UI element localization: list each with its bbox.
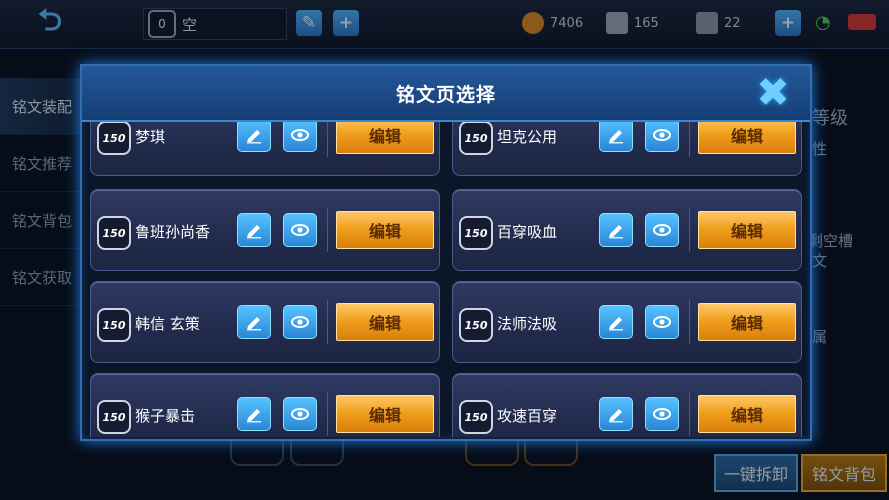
page-card[interactable]: 150 韩信 玄策 编辑: [90, 281, 440, 363]
edit-button[interactable]: 编辑: [698, 303, 796, 341]
divider: [327, 208, 328, 252]
edit-button[interactable]: 编辑: [698, 211, 796, 249]
level-badge: 150: [459, 216, 493, 250]
edit-button[interactable]: 编辑: [336, 303, 434, 341]
page-card[interactable]: 150 坦克公用 编辑: [452, 122, 802, 176]
page-card[interactable]: 150 百穿吸血 编辑: [452, 189, 802, 271]
divider: [327, 392, 328, 436]
close-icon[interactable]: ✖: [750, 70, 796, 116]
level-badge: 150: [97, 216, 131, 250]
divider: [327, 122, 328, 157]
edit-button[interactable]: 编辑: [698, 395, 796, 433]
level-badge: 150: [97, 308, 131, 342]
divider: [327, 300, 328, 344]
preview-eye-icon[interactable]: [645, 397, 679, 431]
page-card[interactable]: 150 法师法吸 编辑: [452, 281, 802, 363]
page-card[interactable]: 150 鲁班孙尚香 编辑: [90, 189, 440, 271]
page-name: 韩信 玄策: [135, 314, 200, 333]
page-card[interactable]: 150 梦琪 编辑: [90, 122, 440, 176]
rename-pencil-icon[interactable]: [237, 305, 271, 339]
level-badge: 150: [459, 308, 493, 342]
modal-title: 铭文页选择: [395, 83, 496, 106]
preview-eye-icon[interactable]: [645, 122, 679, 152]
preview-eye-icon[interactable]: [283, 397, 317, 431]
divider: [689, 300, 690, 344]
page-name: 坦克公用: [497, 127, 558, 146]
rename-pencil-icon[interactable]: [599, 213, 633, 247]
rename-pencil-icon[interactable]: [599, 397, 633, 431]
page-name: 猴子暴击: [135, 406, 196, 425]
page-card[interactable]: 150 猴子暴击 编辑: [90, 373, 440, 437]
divider: [689, 122, 690, 157]
rename-pencil-icon[interactable]: [237, 397, 271, 431]
preview-eye-icon[interactable]: [283, 213, 317, 247]
page-list[interactable]: 150 梦琪 编辑 150 坦克公用 编辑 150 鲁班孙尚香 编辑 150 百…: [82, 122, 810, 437]
page-name: 梦琪: [135, 127, 166, 146]
page-card[interactable]: 150 攻速百穿 编辑: [452, 373, 802, 437]
level-badge: 150: [459, 400, 493, 434]
preview-eye-icon[interactable]: [283, 305, 317, 339]
preview-eye-icon[interactable]: [645, 305, 679, 339]
divider: [689, 208, 690, 252]
page-name: 法师法吸: [497, 314, 558, 333]
edit-button[interactable]: 编辑: [336, 211, 434, 249]
divider: [689, 392, 690, 436]
rename-pencil-icon[interactable]: [237, 213, 271, 247]
level-badge: 150: [97, 400, 131, 434]
rename-pencil-icon[interactable]: [599, 305, 633, 339]
level-badge: 150: [97, 122, 131, 155]
preview-eye-icon[interactable]: [283, 122, 317, 152]
rename-pencil-icon[interactable]: [599, 122, 633, 152]
level-badge: 150: [459, 122, 493, 155]
inscription-page-modal: 铭文页选择 ✖ 150 梦琪 编辑 150 坦克公用 编辑 150 鲁班孙尚香 …: [80, 64, 812, 441]
page-name: 鲁班孙尚香: [135, 222, 211, 241]
page-name: 攻速百穿: [497, 406, 558, 425]
edit-button[interactable]: 编辑: [336, 395, 434, 433]
page-name: 百穿吸血: [497, 222, 558, 241]
edit-button[interactable]: 编辑: [698, 122, 796, 154]
preview-eye-icon[interactable]: [645, 213, 679, 247]
rename-pencil-icon[interactable]: [237, 122, 271, 152]
edit-button[interactable]: 编辑: [336, 122, 434, 154]
